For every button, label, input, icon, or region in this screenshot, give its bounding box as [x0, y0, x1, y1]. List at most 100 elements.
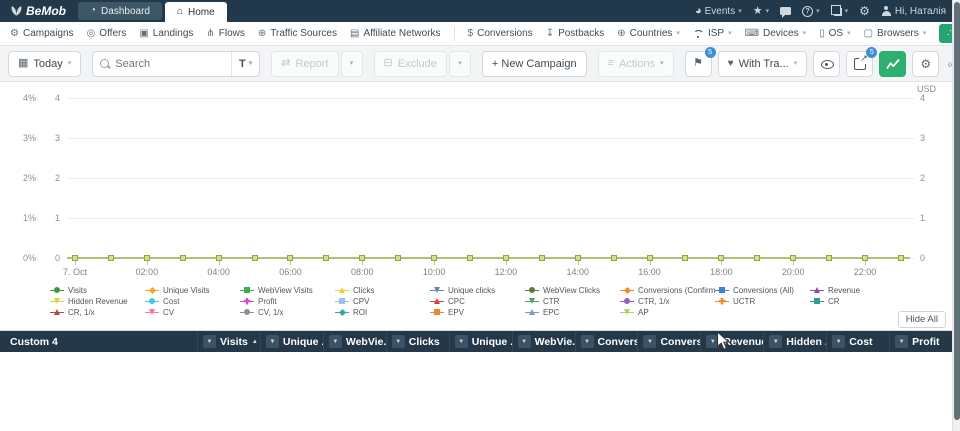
filter-icon[interactable]: ▼	[895, 335, 908, 348]
legend-item-ap[interactable]: AP	[620, 307, 715, 317]
report-button[interactable]: ⇄ Report	[271, 51, 338, 77]
legend-item-ctr[interactable]: CTR	[525, 296, 620, 306]
nav-item-offers[interactable]: ◎Offers	[87, 28, 127, 39]
visibility-button[interactable]	[813, 51, 840, 77]
legend-item-unique-clicks[interactable]: Unique clicks	[430, 285, 525, 295]
columns-settings-button[interactable]: ⚙	[912, 51, 939, 77]
search-type-dropdown[interactable]: T ▾	[231, 52, 259, 76]
column-header-revenue[interactable]: ▼Revenue▲	[700, 331, 763, 352]
column-header-convers[interactable]: ▼Convers...	[575, 331, 638, 352]
exclude-button[interactable]: ⊟ Exclude	[374, 51, 447, 77]
nav-item-affiliate-networks[interactable]: ▤Affiliate Networks	[350, 28, 441, 39]
filter-icon[interactable]: ▼	[392, 335, 405, 348]
legend-marker	[335, 286, 349, 294]
chat-button[interactable]	[780, 7, 791, 15]
legend-item-unique-visits[interactable]: Unique Visits	[145, 285, 240, 295]
filter-icon[interactable]: ▼	[518, 335, 531, 348]
column-header-unique[interactable]: ▼Unique ...	[449, 331, 512, 352]
filter-icon[interactable]: ▼	[832, 335, 845, 348]
x-axis-tick	[147, 261, 148, 265]
settings-gear-button[interactable]: ⚙	[859, 5, 870, 17]
legend-item-roi[interactable]: ROI	[335, 307, 430, 317]
traffic-filter-dropdown[interactable]: ♥ With Tra... ▾	[718, 51, 808, 77]
legend-item-webview-visits[interactable]: WebView Visits	[240, 285, 335, 295]
legend-item-ctr-1-x[interactable]: CTR, 1/x	[620, 296, 715, 306]
legend-item-epc[interactable]: EPC	[525, 307, 620, 317]
nav-item-flows[interactable]: ⋔Flows	[206, 28, 245, 39]
nav-item-os[interactable]: ▯OS▾	[819, 28, 850, 39]
gridline	[67, 98, 914, 99]
column-header-convers[interactable]: ▼Convers...	[637, 331, 700, 352]
events-menu[interactable]: ◕ Events ▾	[695, 6, 742, 17]
filter-icon[interactable]: ▼	[266, 335, 279, 348]
nav-item-conversions[interactable]: $Conversions	[468, 28, 533, 39]
column-header-webvie[interactable]: ▼WebVie...	[323, 331, 386, 352]
actions-button[interactable]: ≡ Actions ▾	[598, 51, 674, 77]
bemob-logo[interactable]: BeMob	[0, 0, 78, 22]
legend-item-cv-1-x[interactable]: CV, 1/x	[240, 307, 335, 317]
data-point-marker	[682, 255, 688, 261]
column-header-webvie[interactable]: ▼WebVie...	[512, 331, 575, 352]
search-input[interactable]	[115, 58, 227, 70]
column-header-cost[interactable]: ▼Cost	[826, 331, 889, 352]
legend-item-epv[interactable]: EPV	[430, 307, 525, 317]
legend-item-cr[interactable]: CR	[810, 296, 905, 306]
column-header-clicks[interactable]: ▼Clicks	[386, 331, 449, 352]
nav-item-isp[interactable]: ISP▾	[693, 28, 732, 39]
column-header-visits[interactable]: ▼Visits▲	[197, 331, 260, 352]
legend-item-revenue[interactable]: Revenue	[810, 285, 905, 295]
tab-dashboard[interactable]: ◔ Dashboard	[78, 2, 162, 20]
filter-icon[interactable]: ▼	[203, 335, 216, 348]
legend-item-cv[interactable]: CV	[145, 307, 240, 317]
nav-item-landings[interactable]: ▣Landings	[139, 28, 193, 39]
x-axis-tick	[219, 261, 220, 265]
nav-item-countries[interactable]: ⊕Countries▾	[617, 28, 680, 39]
column-header-custom-4[interactable]: Custom 4	[0, 331, 197, 352]
tab-home[interactable]: ⌂ Home	[165, 2, 227, 22]
date-range-button[interactable]: ▦ Today ▾	[8, 51, 81, 77]
legend-marker-shape	[434, 298, 440, 304]
nav-item-postbacks[interactable]: ↧Postbacks	[546, 28, 605, 39]
filter-icon[interactable]: ▼	[329, 335, 342, 348]
legend-item-uctr[interactable]: UCTR	[715, 296, 810, 306]
nav-item-traffic-sources[interactable]: ⊕Traffic Sources	[258, 28, 337, 39]
exclude-dropdown-button[interactable]: ▾	[449, 51, 471, 77]
legend-item-cr-1-x[interactable]: CR, 1/x	[50, 307, 145, 317]
filter-icon[interactable]: ▼	[643, 335, 656, 348]
nav-item-campaigns[interactable]: ⚙Campaigns	[10, 28, 74, 39]
report-dropdown-button[interactable]: ▾	[341, 51, 363, 77]
billing-menu[interactable]: ▾	[831, 6, 849, 16]
favorites-menu[interactable]: ★ ▾	[753, 6, 769, 17]
legend-item-cost[interactable]: Cost	[145, 296, 240, 306]
nav-item-browsers[interactable]: ▢Browsers▾	[864, 28, 927, 39]
new-campaign-label: + New Campaign	[492, 58, 577, 70]
user-menu[interactable]: Hi, Наталія	[881, 6, 946, 17]
filter-icon[interactable]: ▼	[706, 335, 719, 348]
hide-all-button[interactable]: Hide All	[898, 311, 946, 328]
legend-item-conversions-all[interactable]: Conversions (All)	[715, 285, 810, 295]
filter-icon[interactable]: ▼	[769, 335, 782, 348]
help-menu[interactable]: ▾	[802, 6, 820, 17]
filter-icon[interactable]: ▼	[581, 335, 594, 348]
legend-item-cpc[interactable]: CPC	[430, 296, 525, 306]
y-axis-value-label: 4	[44, 93, 60, 103]
column-header-profit[interactable]: ▼Profit	[889, 331, 952, 352]
legend-item-cpv[interactable]: CPV	[335, 296, 430, 306]
nav-item-custom-4[interactable]: ∴Custom 4▾	[939, 24, 952, 43]
legend-item-conversions-confirmed[interactable]: Conversions (Confirmed)	[620, 285, 715, 295]
gridline	[67, 138, 914, 139]
flag-filter-button[interactable]: ⚑ 5	[685, 51, 712, 77]
legend-item-webview-clicks[interactable]: WebView Clicks	[525, 285, 620, 295]
filter-icon[interactable]: ▼	[455, 335, 468, 348]
column-header-unique[interactable]: ▼Unique ...	[260, 331, 323, 352]
legend-item-profit[interactable]: Profit	[240, 296, 335, 306]
chart-toggle-button[interactable]	[879, 51, 906, 77]
column-header-hidden[interactable]: ▼Hidden ...	[763, 331, 826, 352]
legend-item-clicks[interactable]: Clicks	[335, 285, 430, 295]
scrollbar-thumb[interactable]	[954, 2, 960, 420]
legend-item-hidden-revenue[interactable]: Hidden Revenue	[50, 296, 145, 306]
new-campaign-button[interactable]: + New Campaign	[482, 51, 587, 77]
share-button[interactable]: 5	[846, 51, 873, 77]
legend-item-visits[interactable]: Visits	[50, 285, 145, 295]
nav-item-devices[interactable]: ⌨Devices▾	[745, 28, 807, 39]
